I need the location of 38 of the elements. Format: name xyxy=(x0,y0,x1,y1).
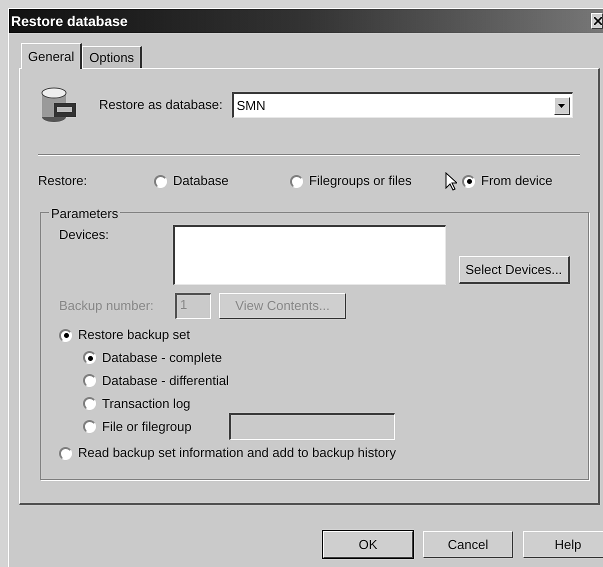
radio-button[interactable] xyxy=(154,174,167,188)
radio-label: Read backup set information and add to backup history xyxy=(78,444,396,462)
close-icon xyxy=(594,17,602,25)
dialog-button[interactable]: Cancel xyxy=(423,531,513,558)
close-button[interactable] xyxy=(591,13,603,29)
window-title: Restore database xyxy=(11,12,128,30)
tab[interactable]: General xyxy=(21,43,82,69)
cursor-icon xyxy=(445,172,457,191)
radio-label: Database - complete xyxy=(102,348,222,367)
select-devices-button[interactable]: Select Devices... xyxy=(458,256,570,284)
devices-list[interactable] xyxy=(173,225,446,285)
dialog-button[interactable]: Help xyxy=(523,531,603,558)
restore-as-label: Restore as database: xyxy=(99,96,223,114)
database-icon xyxy=(40,87,78,123)
filegroup-field[interactable] xyxy=(229,413,395,440)
tab[interactable]: Options xyxy=(82,46,142,68)
database-dropdown[interactable]: SMN xyxy=(232,92,573,118)
radio-label: File or filegroup xyxy=(102,418,192,436)
dropdown-button[interactable] xyxy=(554,96,570,114)
backup-number-label: Backup number: xyxy=(59,297,155,316)
radio-label: From device xyxy=(481,172,553,190)
radio-button[interactable] xyxy=(83,374,96,387)
radio-label: Database - differential xyxy=(102,372,229,390)
radio-label: Transaction log xyxy=(102,394,190,413)
radio-button[interactable] xyxy=(59,328,72,342)
radio-button[interactable] xyxy=(83,397,96,410)
radio-label: Filegroups or files xyxy=(309,172,412,190)
restore-label: Restore: xyxy=(38,172,88,190)
devices-label: Devices: xyxy=(59,226,110,244)
radio-button[interactable] xyxy=(462,174,475,188)
radio-button[interactable] xyxy=(290,174,303,188)
radio-label: Restore backup set xyxy=(78,326,190,344)
dialog-button[interactable]: OK xyxy=(323,531,413,558)
radio-label: Database xyxy=(173,172,229,190)
radio-button[interactable] xyxy=(83,420,96,433)
caret-icon xyxy=(558,104,566,108)
radio-button[interactable] xyxy=(59,446,72,460)
radio-button[interactable] xyxy=(83,351,96,364)
